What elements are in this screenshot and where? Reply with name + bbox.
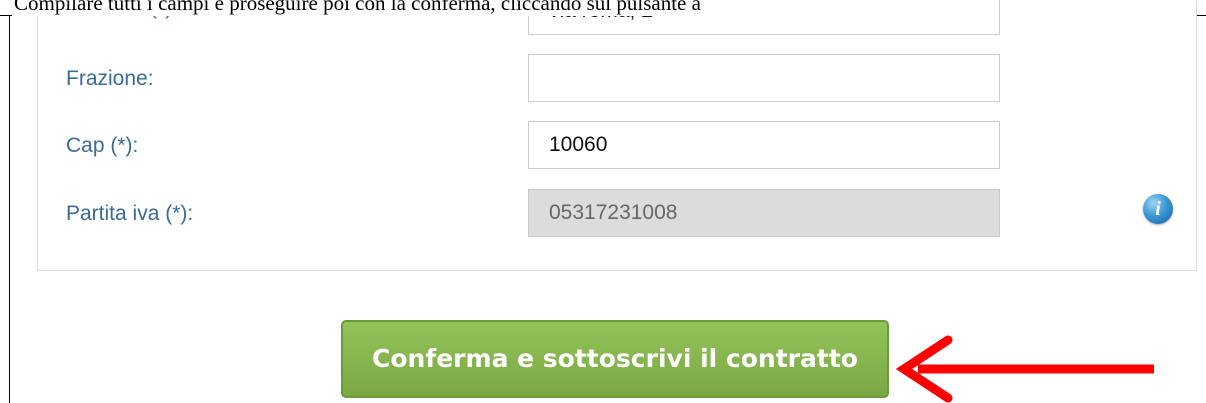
document-caption-text: Compilare tutti i campi e proseguire poi…: [12, 0, 703, 16]
page-left-border: [9, 15, 10, 403]
vat-number-label: Partita iva (*):: [66, 202, 194, 225]
screenshot-stage: Compilare tutti i campi e proseguire poi…: [0, 0, 1206, 403]
postal-code-label: Cap (*):: [66, 134, 139, 157]
postal-code-input[interactable]: 10060: [528, 121, 1000, 169]
hamlet-label: Frazione:: [66, 67, 154, 90]
info-icon[interactable]: i: [1143, 194, 1173, 224]
red-arrow-annotation: [896, 335, 1154, 403]
confirm-and-sign-contract-button[interactable]: Conferma e sottoscrivi il contratto: [341, 320, 889, 398]
hamlet-input[interactable]: [528, 54, 1000, 102]
vat-number-input: 05317231008: [528, 189, 1000, 237]
